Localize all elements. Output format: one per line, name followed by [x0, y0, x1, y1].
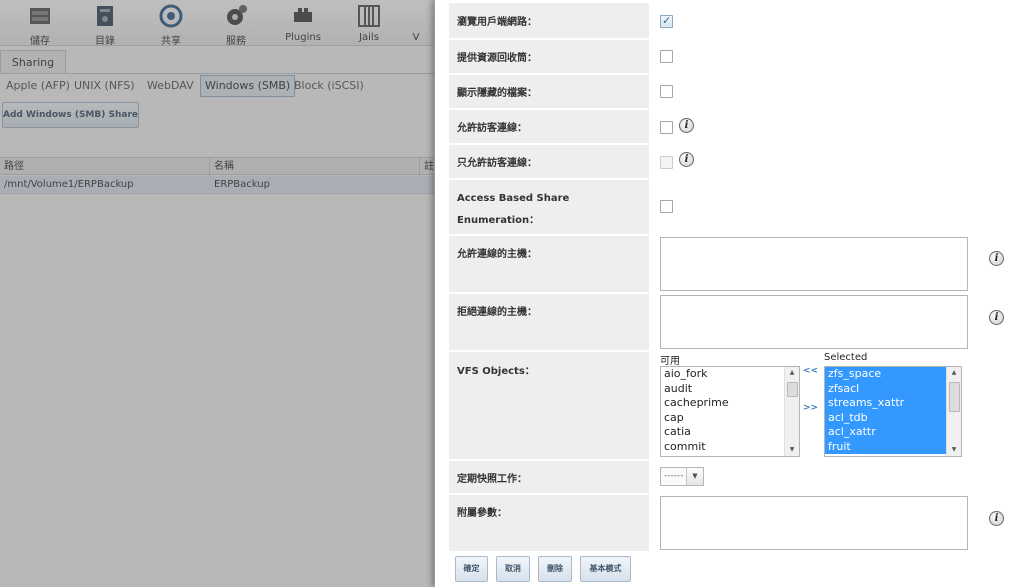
field-label: 提供資源回收筒：: [449, 40, 649, 73]
vfs-selected-list[interactable]: zfs_space zfsacl streams_xattr acl_tdb a…: [824, 366, 962, 457]
scroll-up-icon[interactable]: ▲: [785, 367, 799, 379]
browse-network-checkbox[interactable]: [660, 14, 673, 28]
info-icon[interactable]: i: [989, 310, 1004, 325]
scrollbar-thumb[interactable]: [787, 382, 798, 397]
row-show-hidden: 顯示隱藏的檔案：: [449, 75, 1009, 108]
scroll-down-icon[interactable]: ▼: [785, 444, 799, 456]
list-item[interactable]: zfs_space: [825, 367, 961, 382]
remove-vfs-button[interactable]: <<: [803, 366, 818, 376]
cancel-button[interactable]: 取消: [496, 556, 530, 582]
info-icon[interactable]: i: [679, 152, 694, 167]
field-label: 附屬參數：: [449, 495, 649, 551]
list-item[interactable]: cap: [661, 411, 799, 426]
scrollbar-thumb[interactable]: [949, 382, 960, 412]
list-item[interactable]: aio_fork: [661, 367, 799, 382]
recycle-bin-checkbox[interactable]: [660, 50, 673, 63]
field-label: 定期快照工作：: [449, 461, 649, 493]
row-access-based-share-enumeration: Access Based Share Enumeration：: [449, 180, 1009, 234]
scrollbar[interactable]: ▲ ▼: [784, 367, 799, 456]
chevron-down-icon: ▼: [686, 468, 703, 485]
vfs-available-list[interactable]: aio_fork audit cacheprime cap catia comm…: [660, 366, 800, 457]
field-label-line: Enumeration：: [457, 215, 540, 226]
info-icon[interactable]: i: [679, 118, 694, 133]
list-item[interactable]: catia: [661, 425, 799, 440]
row-hosts-deny: 拒絕連線的主機： i: [449, 294, 1009, 350]
select-value: ------: [664, 471, 684, 481]
field-label: 瀏覽用戶端網路：: [449, 3, 649, 38]
field-label: 顯示隱藏的檔案：: [449, 75, 649, 108]
list-item[interactable]: commit: [661, 440, 799, 455]
field-label: 允許連線的主機：: [449, 236, 649, 292]
selected-list-title: Selected: [824, 352, 868, 363]
list-item[interactable]: cacheprime: [661, 396, 799, 411]
hosts-allow-textarea[interactable]: [660, 237, 968, 291]
periodic-snapshot-select[interactable]: ------ ▼: [660, 467, 704, 486]
hosts-deny-textarea[interactable]: [660, 295, 968, 349]
list-item[interactable]: acl_xattr: [825, 425, 961, 440]
field-label: 允許訪客連線：: [449, 110, 649, 143]
scroll-down-icon[interactable]: ▼: [947, 444, 961, 456]
show-hidden-checkbox[interactable]: [660, 85, 673, 98]
list-item[interactable]: streams_xattr: [825, 396, 961, 411]
row-periodic-snapshot: 定期快照工作： ------ ▼: [449, 461, 1009, 493]
smb-share-dialog: 瀏覽用戶端網路： 提供資源回收筒： 顯示隱藏的檔案： 允許訪客連線： i 只允許…: [434, 0, 1024, 587]
abse-checkbox[interactable]: [660, 200, 673, 213]
info-icon[interactable]: i: [989, 511, 1004, 526]
field-label: 只允許訪客連線：: [449, 145, 649, 178]
scroll-up-icon[interactable]: ▲: [947, 367, 961, 379]
row-browse-network: 瀏覽用戶端網路：: [449, 3, 1009, 38]
row-allow-guest: 允許訪客連線： i: [449, 110, 1009, 143]
available-list-title: 可用: [660, 356, 680, 367]
row-guest-only: 只允許訪客連線： i: [449, 145, 1009, 178]
guest-only-checkbox[interactable]: [660, 156, 673, 169]
scrollbar[interactable]: ▲ ▼: [946, 367, 961, 456]
delete-button[interactable]: 刪除: [538, 556, 572, 582]
ok-button[interactable]: 確定: [455, 556, 488, 582]
list-item[interactable]: audit: [661, 382, 799, 397]
list-item[interactable]: acl_tdb: [825, 410, 961, 425]
row-hosts-allow: 允許連線的主機： i: [449, 236, 1009, 292]
row-vfs-objects: VFS Objects： 可用 aio_fork audit cacheprim…: [449, 352, 1009, 459]
add-vfs-button[interactable]: >>: [803, 403, 818, 413]
field-label: Access Based Share Enumeration：: [449, 180, 649, 234]
list-item[interactable]: fruit: [825, 439, 961, 454]
allow-guest-checkbox[interactable]: [660, 121, 673, 134]
auxiliary-parameters-textarea[interactable]: [660, 496, 968, 550]
list-item[interactable]: zfsacl: [825, 381, 961, 396]
basic-mode-button[interactable]: 基本模式: [580, 556, 631, 582]
row-recycle-bin: 提供資源回收筒：: [449, 40, 1009, 73]
field-label: VFS Objects：: [449, 352, 649, 459]
field-label-line: Access Based Share: [457, 193, 570, 204]
info-icon[interactable]: i: [989, 251, 1004, 266]
field-label: 拒絕連線的主機：: [449, 294, 649, 350]
row-auxiliary-parameters: 附屬參數： i: [449, 495, 1009, 551]
